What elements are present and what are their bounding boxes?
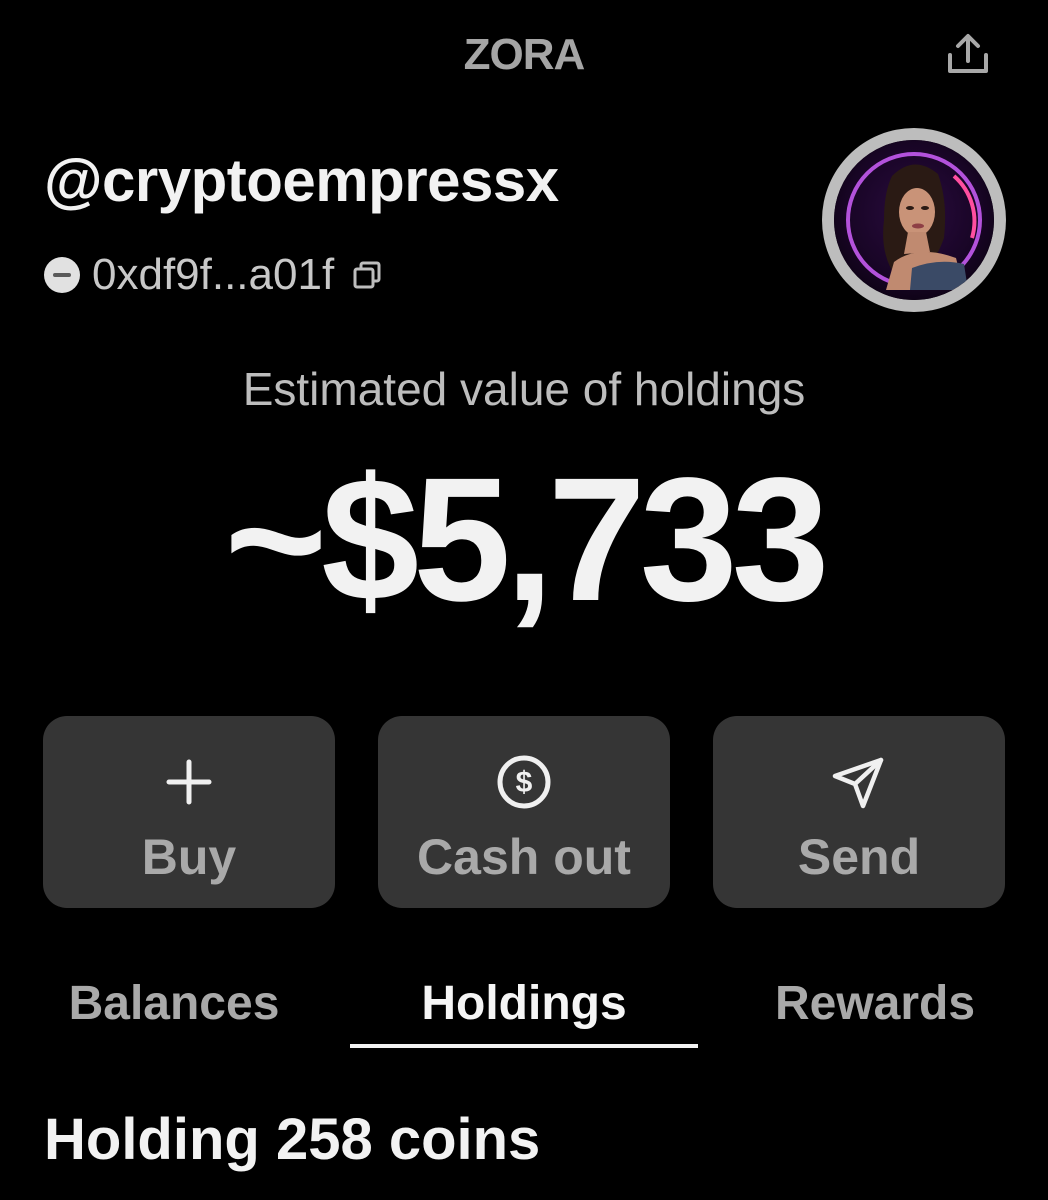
- avatar[interactable]: [822, 128, 1006, 312]
- holdings-value-amount: ~$5,733: [224, 442, 829, 638]
- wallet-address-row: 0xdf9f...a01f: [44, 248, 384, 302]
- avatar-photo: [834, 140, 994, 300]
- send-button[interactable]: Send: [713, 716, 1005, 908]
- wallet-status-icon: [44, 257, 80, 293]
- copy-icon: [353, 261, 381, 289]
- share-button[interactable]: [938, 26, 998, 82]
- tab-balances[interactable]: Balances: [44, 976, 304, 1046]
- buy-button-label: Buy: [141, 829, 237, 885]
- tab-rewards[interactable]: Rewards: [744, 976, 1006, 1046]
- buy-button[interactable]: Buy: [43, 716, 335, 908]
- send-icon: [832, 757, 884, 809]
- holding-count-heading: Holding 258 coins: [44, 1107, 541, 1172]
- wallet-address: 0xdf9f...a01f: [92, 250, 335, 299]
- username: @cryptoempressx: [44, 147, 559, 214]
- plus-icon: [166, 759, 212, 805]
- cash-out-button[interactable]: $ Cash out: [378, 716, 670, 908]
- share-icon: [948, 34, 988, 73]
- active-tab-indicator: [350, 1044, 698, 1048]
- holdings-value-label: Estimated value of holdings: [242, 363, 806, 415]
- app-header: ZORA: [0, 0, 1048, 110]
- app-title: ZORA: [463, 30, 586, 79]
- cash-out-button-label: Cash out: [417, 829, 631, 885]
- copy-address-button[interactable]: [350, 258, 384, 292]
- tab-holdings[interactable]: Holdings: [350, 976, 698, 1046]
- dollar-circle-icon: $: [497, 755, 551, 809]
- send-button-label: Send: [797, 829, 921, 885]
- svg-text:$: $: [516, 766, 533, 799]
